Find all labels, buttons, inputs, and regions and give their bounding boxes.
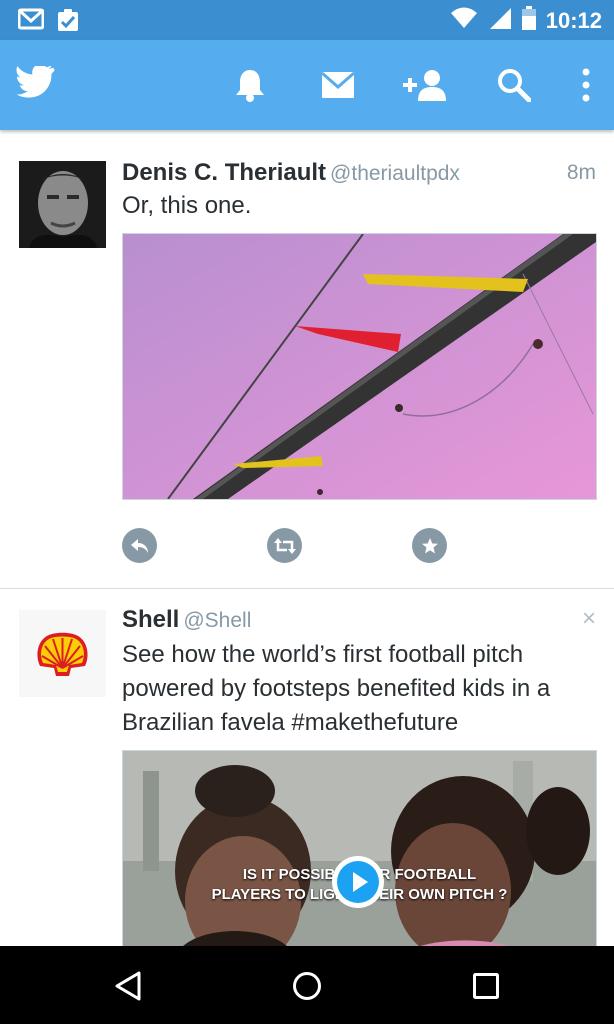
notifications-bell-icon[interactable] bbox=[206, 40, 294, 130]
twitter-bird-icon[interactable] bbox=[16, 64, 56, 105]
promoted-tweet-card[interactable]: × Shell @Shell See how the world’s first … bbox=[0, 589, 614, 946]
home-icon[interactable] bbox=[285, 966, 329, 1006]
search-icon[interactable] bbox=[470, 40, 558, 130]
overflow-menu-icon[interactable] bbox=[558, 40, 614, 130]
tweet-text: Or, this one. bbox=[122, 192, 252, 219]
tweet-photo[interactable] bbox=[122, 233, 597, 500]
avatar[interactable] bbox=[19, 161, 106, 248]
shell-logo bbox=[19, 610, 106, 697]
back-icon[interactable] bbox=[106, 966, 150, 1006]
play-icon bbox=[337, 861, 379, 903]
wifi-icon bbox=[450, 6, 478, 35]
battery-icon bbox=[521, 6, 536, 35]
cell-signal-icon bbox=[488, 6, 512, 35]
tweet-card[interactable]: Denis C. Theriault @theriaultpdx 8m Or, t… bbox=[0, 140, 614, 589]
messages-envelope-icon[interactable] bbox=[294, 40, 382, 130]
tweet-header: Shell @Shell bbox=[122, 605, 596, 636]
status-bar: 10:12 bbox=[0, 0, 614, 40]
avatar[interactable] bbox=[19, 610, 106, 697]
app-bar bbox=[0, 40, 614, 130]
reply-icon[interactable] bbox=[122, 528, 157, 563]
author-name[interactable]: Denis C. Theriault bbox=[122, 159, 326, 186]
play-button[interactable] bbox=[332, 856, 384, 908]
author-handle[interactable]: @Shell bbox=[183, 609, 251, 632]
favorite-star-icon[interactable] bbox=[412, 528, 447, 563]
timeline[interactable]: Denis C. Theriault @theriaultpdx 8m Or, t… bbox=[0, 140, 614, 946]
retweet-icon[interactable] bbox=[267, 528, 302, 563]
tweet-header: Denis C. Theriault @theriaultpdx 8m bbox=[122, 158, 596, 189]
author-name[interactable]: Shell bbox=[122, 606, 179, 633]
author-handle[interactable]: @theriaultpdx bbox=[330, 162, 460, 185]
clipboard-check-icon bbox=[56, 8, 80, 37]
tweet-video[interactable]: IS IT POSSIBLE FOR FOOTBALL PLAYERS TO L… bbox=[122, 750, 597, 946]
recents-icon[interactable] bbox=[464, 966, 508, 1006]
add-user-icon[interactable] bbox=[382, 40, 470, 130]
system-nav-bar bbox=[0, 946, 614, 1024]
gmail-icon bbox=[17, 8, 45, 37]
tweet-timestamp: 8m bbox=[566, 161, 596, 184]
tweet-text: See how the world’s first football pitch… bbox=[122, 641, 551, 736]
clock: 10:12 bbox=[545, 7, 602, 33]
tweet-actions bbox=[122, 500, 596, 570]
